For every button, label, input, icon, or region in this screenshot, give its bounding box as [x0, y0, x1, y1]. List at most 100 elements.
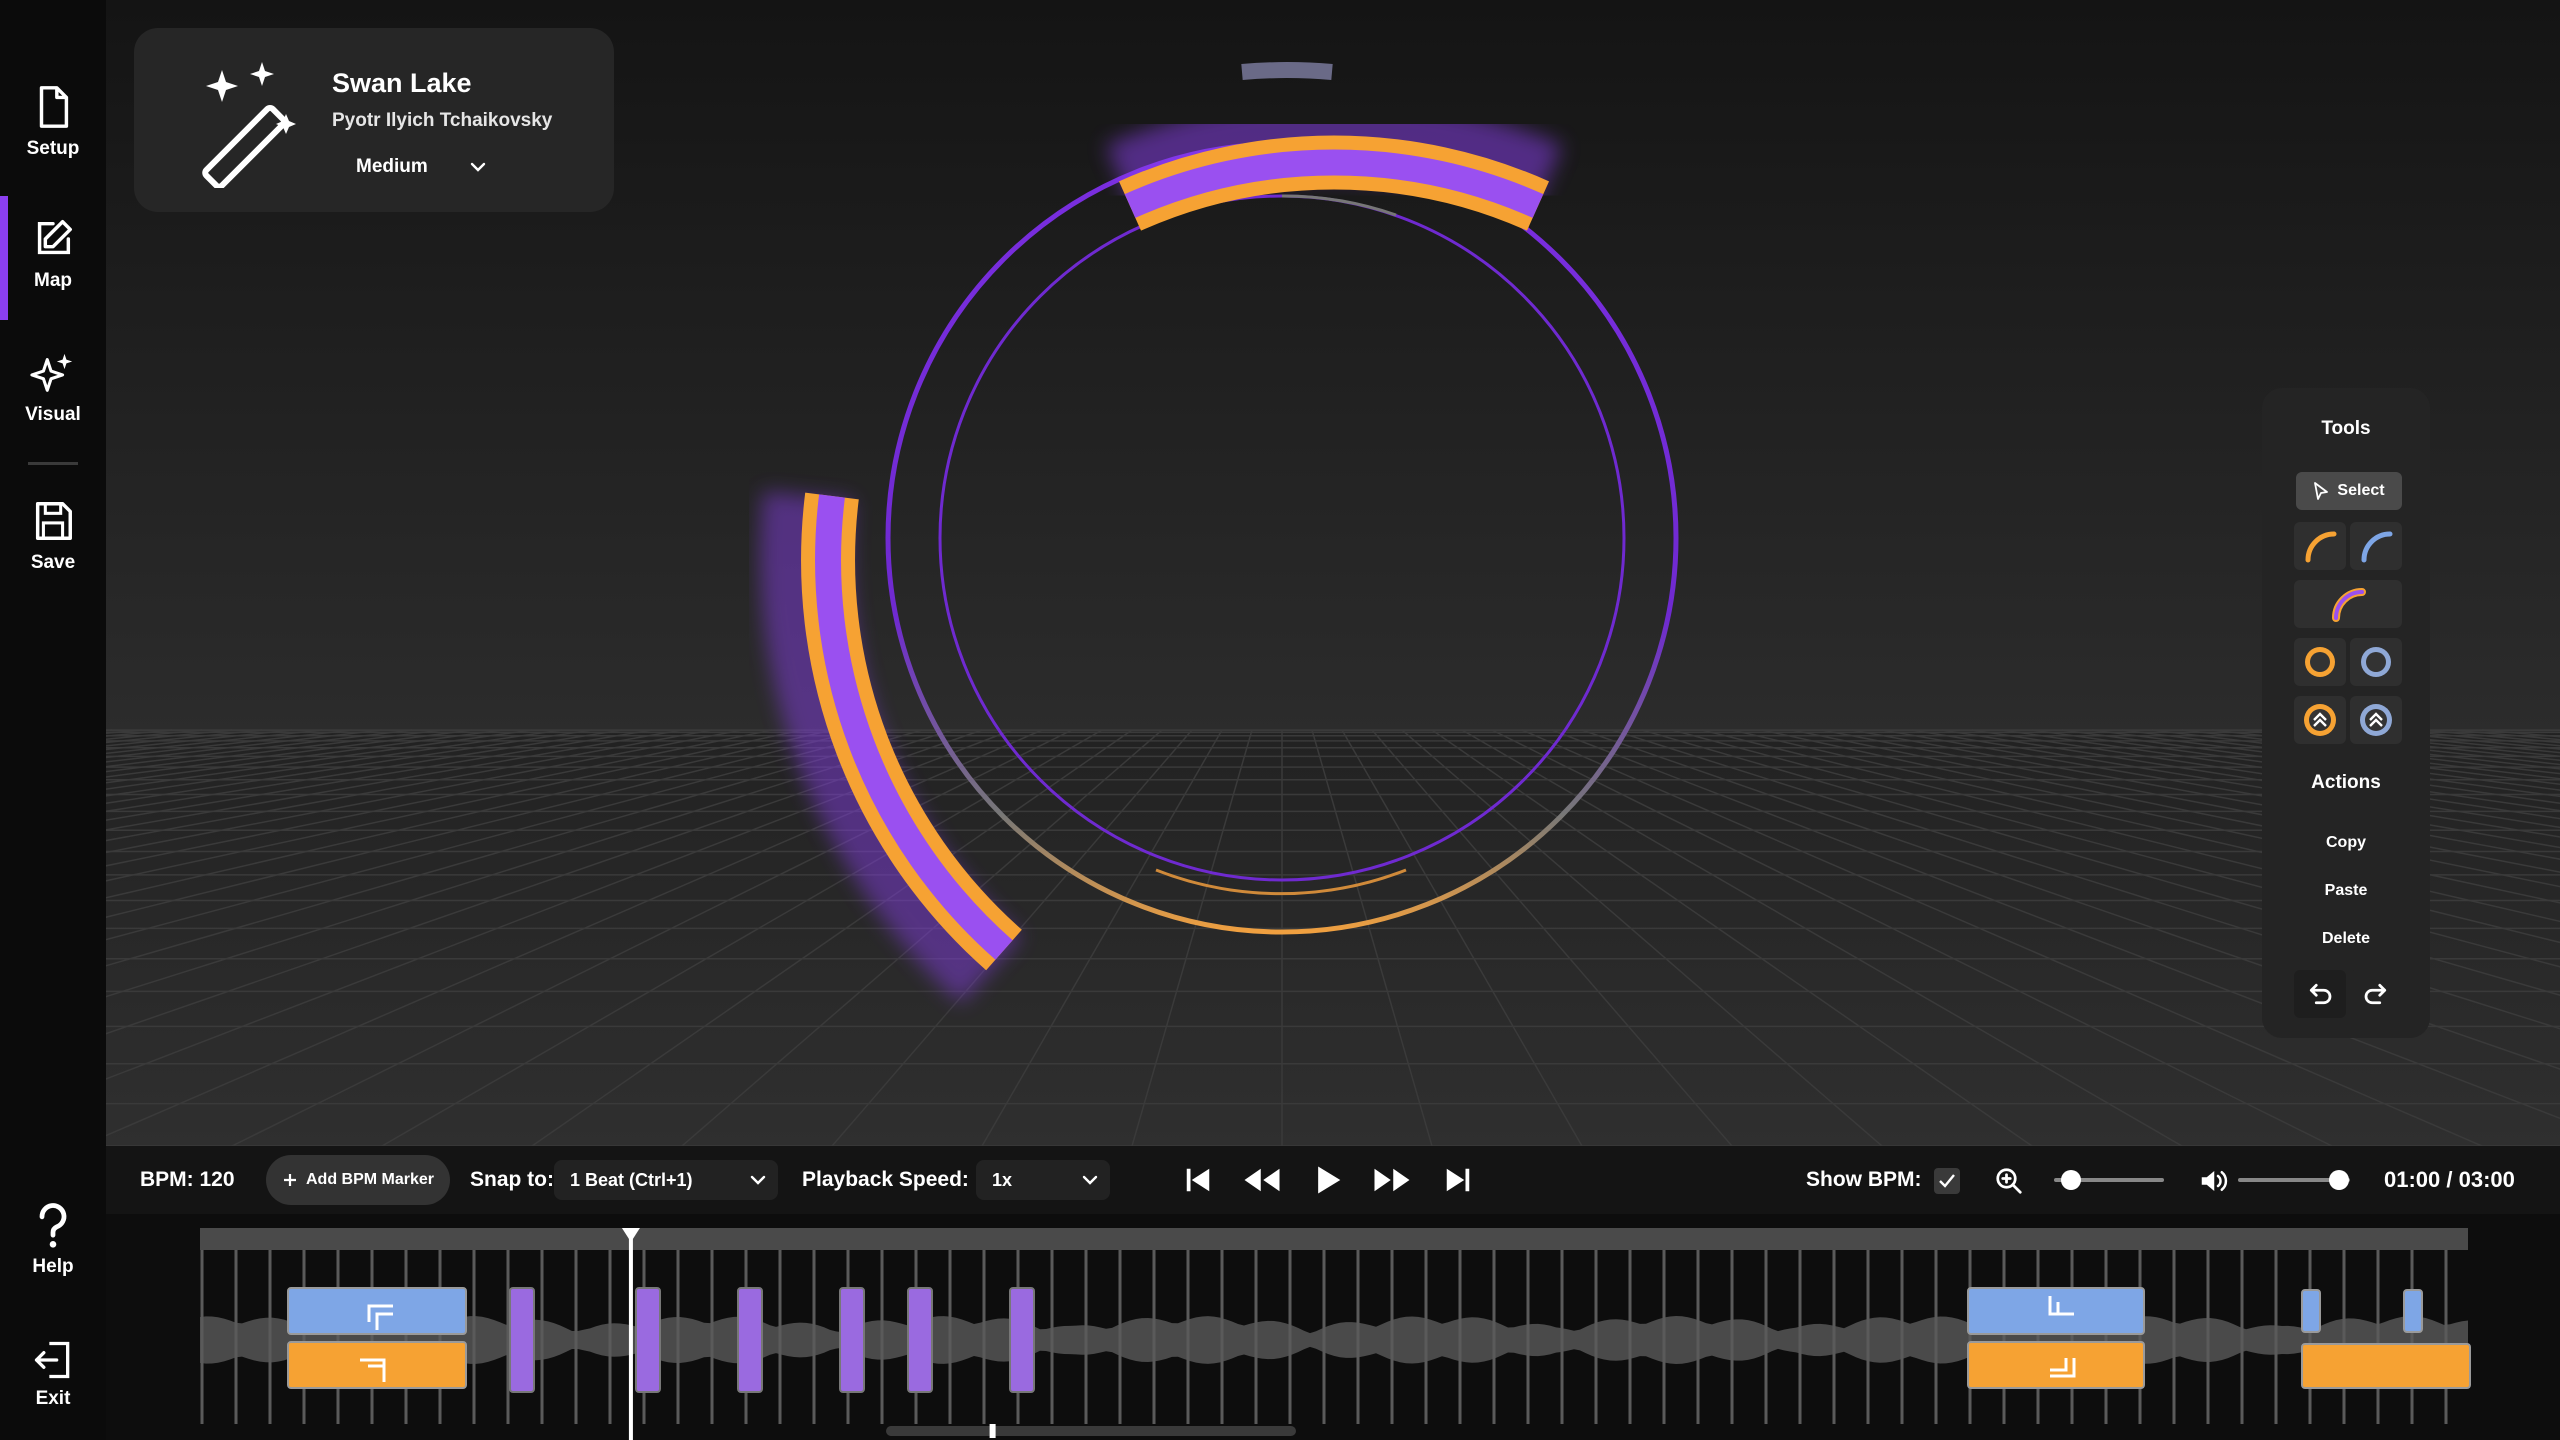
- chevron-down-icon: [470, 162, 486, 172]
- magic-wand-icon: [202, 62, 296, 188]
- blue-arc-icon: [2361, 531, 2393, 563]
- blue-arc-tool-button[interactable]: [2350, 522, 2402, 570]
- sidebar-item-label: Map: [34, 270, 72, 291]
- edit-icon: [37, 220, 72, 255]
- orange-arc-icon: [2305, 531, 2337, 563]
- sidebar: Setup Map Visual Save Help Exit: [0, 0, 106, 1440]
- timeline-canvas: [200, 1228, 2471, 1440]
- timeline-note-purple[interactable]: [737, 1287, 763, 1393]
- exit-label: Exit: [35, 1388, 71, 1409]
- difficulty-value: Medium: [356, 156, 428, 177]
- double-chevron-up-icon: [2360, 704, 2392, 736]
- dual-arc-tool-button[interactable]: [2294, 580, 2402, 628]
- orange-ring-tool-button[interactable]: [2294, 638, 2346, 686]
- timeline-note-blue[interactable]: [1967, 1287, 2145, 1335]
- timeline[interactable]: [106, 1214, 2560, 1440]
- song-info-card: Swan Lake Pyotr Ilyich Tchaikovsky Mediu…: [134, 28, 614, 212]
- playback-speed-value: 1x: [992, 1169, 1013, 1190]
- paste-button[interactable]: Paste: [2262, 882, 2430, 900]
- play-icon: [1318, 1166, 1341, 1194]
- floppy-icon: [35, 502, 72, 540]
- redo-button[interactable]: [2350, 970, 2402, 1018]
- timeline-note-blue-small[interactable]: [2403, 1289, 2423, 1333]
- timeline-note-orange[interactable]: [1967, 1341, 2145, 1389]
- timeline-note-purple[interactable]: [839, 1287, 865, 1393]
- skip-start-icon: [1186, 1168, 1210, 1192]
- plus-icon: [283, 1174, 296, 1186]
- dual-arc-icon: [2332, 588, 2366, 622]
- snap-value: 1 Beat (Ctrl+1): [570, 1169, 693, 1190]
- tools-panel: Tools Select Actions Copy Paste Delete: [2262, 388, 2430, 1038]
- skip-to-end-button[interactable]: [1436, 1160, 1480, 1200]
- timeline-note-purple[interactable]: [635, 1287, 661, 1393]
- sidebar-item-label: Save: [30, 552, 76, 573]
- timeline-note-purple[interactable]: [509, 1287, 535, 1393]
- control-bar: BPM: 120 Add BPM Marker Snap to: 1 Beat …: [106, 1146, 2560, 1214]
- play-button[interactable]: [1306, 1160, 1350, 1200]
- bpm-readout: BPM: 120: [140, 1168, 235, 1191]
- delete-button[interactable]: Delete: [2262, 930, 2430, 948]
- timeline-note-blue-small[interactable]: [2301, 1289, 2321, 1333]
- snap-label: Snap to:: [470, 1168, 554, 1191]
- show-bpm-label: Show BPM:: [1806, 1168, 1922, 1191]
- help-button[interactable]: Help: [0, 1202, 106, 1278]
- sidebar-item-label: Visual: [25, 404, 81, 425]
- timeline-scrollbar-thumb[interactable]: [989, 1424, 996, 1438]
- sidebar-item-map[interactable]: Map: [0, 196, 106, 320]
- skip-end-icon: [1446, 1168, 1470, 1192]
- timeline-scrollbar-track[interactable]: [886, 1426, 1296, 1436]
- timeline-ruler[interactable]: [200, 1228, 2468, 1250]
- sidebar-item-setup[interactable]: Setup: [0, 84, 106, 160]
- show-bpm-checkbox[interactable]: [1934, 1168, 1960, 1194]
- blue-up-tool-button[interactable]: [2350, 696, 2402, 744]
- rewind-icon: [1244, 1168, 1280, 1192]
- add-bpm-marker-button[interactable]: Add BPM Marker: [266, 1155, 450, 1205]
- chevron-down-icon: [750, 1175, 766, 1185]
- song-title: Swan Lake: [332, 68, 472, 98]
- exit-button[interactable]: Exit: [0, 1338, 106, 1410]
- rewind-button[interactable]: [1240, 1160, 1284, 1200]
- copy-button[interactable]: Copy: [2262, 834, 2430, 852]
- zoom-icon[interactable]: [1994, 1166, 2024, 1196]
- fast-forward-button[interactable]: [1370, 1160, 1414, 1200]
- note-arc-cap: [1241, 62, 1333, 80]
- difficulty-select[interactable]: Medium: [344, 150, 494, 184]
- zoom-slider-knob[interactable]: [2060, 1170, 2081, 1190]
- timeline-note-purple[interactable]: [907, 1287, 933, 1393]
- orange-arc-tool-button[interactable]: [2294, 522, 2346, 570]
- file-icon: [39, 86, 69, 128]
- timeline-note-purple[interactable]: [1009, 1287, 1035, 1393]
- volume-slider[interactable]: [2238, 1170, 2350, 1190]
- cursor-icon: [2314, 482, 2329, 500]
- chevron-down-icon: [1082, 1175, 1098, 1185]
- volume-icon[interactable]: [2198, 1166, 2228, 1196]
- orange-up-tool-button[interactable]: [2294, 696, 2346, 744]
- time-readout: 01:00 / 03:00: [2384, 1167, 2515, 1192]
- sidebar-item-visual[interactable]: Visual: [0, 350, 106, 426]
- blue-ring-tool-button[interactable]: [2350, 638, 2402, 686]
- song-artist: Pyotr Ilyich Tchaikovsky: [332, 110, 553, 131]
- sidebar-item-save[interactable]: Save: [0, 498, 106, 574]
- zoom-slider[interactable]: [2054, 1170, 2164, 1190]
- select-tool-label: Select: [2337, 482, 2385, 499]
- undo-icon: [2309, 983, 2332, 1005]
- blue-ring-icon: [2361, 647, 2391, 677]
- orange-ring-icon: [2305, 647, 2335, 677]
- exit-icon: [34, 1341, 70, 1379]
- playback-speed-label: Playback Speed:: [802, 1168, 969, 1191]
- help-label: Help: [32, 1256, 74, 1277]
- add-bpm-marker-label: Add BPM Marker: [305, 1171, 435, 1188]
- double-chevron-up-icon: [2304, 704, 2336, 736]
- tools-title: Tools: [2321, 418, 2371, 439]
- snap-select[interactable]: 1 Beat (Ctrl+1): [554, 1160, 778, 1200]
- sidebar-item-label: Setup: [26, 138, 80, 159]
- skip-to-start-button[interactable]: [1176, 1160, 1220, 1200]
- actions-title: Actions: [2311, 772, 2381, 793]
- sparkle-icon: [30, 353, 73, 392]
- undo-button[interactable]: [2294, 970, 2346, 1018]
- checkmark-icon: [1939, 1174, 1955, 1188]
- playback-speed-select[interactable]: 1x: [976, 1160, 1110, 1200]
- select-tool-button[interactable]: Select: [2296, 472, 2402, 510]
- timeline-note-orange-hold[interactable]: [2301, 1343, 2471, 1389]
- volume-slider-knob[interactable]: [2328, 1170, 2349, 1190]
